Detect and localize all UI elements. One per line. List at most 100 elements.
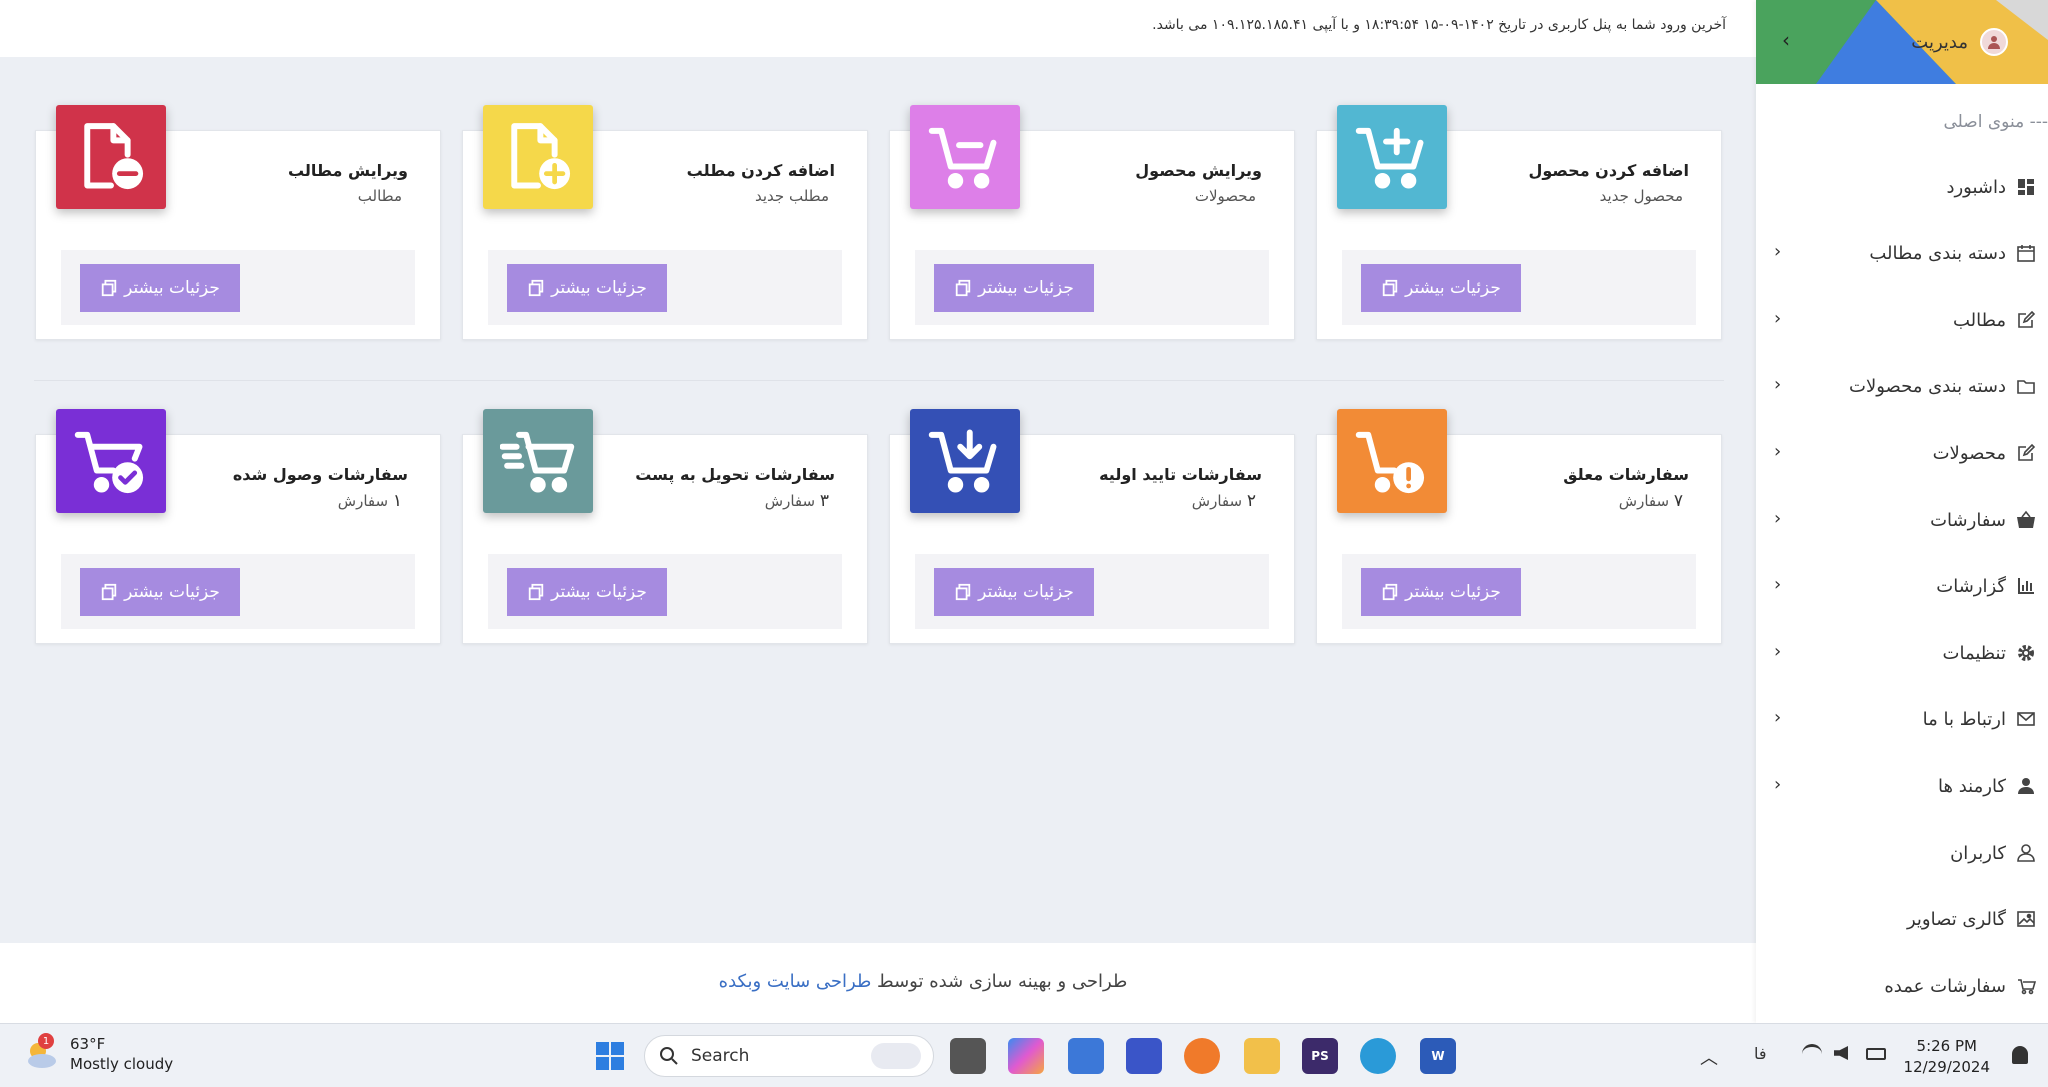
gear-icon <box>2014 641 2038 665</box>
copy-icon <box>528 583 544 601</box>
sidebar-item-staff[interactable]: کارمند ها ‹ <box>1756 761 2048 811</box>
app-icon[interactable] <box>1126 1038 1162 1074</box>
chevron-left-icon: ‹ <box>1774 508 1782 529</box>
wifi-icon[interactable] <box>1802 1044 1822 1064</box>
sidebar-item-users[interactable]: کاربران <box>1756 828 2048 878</box>
card-subtitle: ۱ سفارش <box>338 491 402 511</box>
time: 5:26 PM <box>1916 1037 1977 1055</box>
cart-fast-icon <box>483 409 593 513</box>
tray-overflow-icon[interactable]: ︿ <box>1700 1044 1718 1070</box>
card-subtitle: ۷ سفارش <box>1619 491 1683 511</box>
card-subtitle: محصول جدید <box>1599 187 1683 205</box>
card-title: ویرایش مطالب <box>287 161 408 180</box>
sidebar-item-orders[interactable]: سفارشات ‹ <box>1756 495 2048 545</box>
sidebar-item-label: مطالب <box>1952 309 2006 331</box>
card-edit-product: ویرایش محصول محصولات جزئیات بیشتر <box>889 105 1295 340</box>
button-label: جزئیات بیشتر <box>978 278 1074 298</box>
sidebar-item-product-categories[interactable]: دسته بندی محصولات ‹ <box>1756 361 2048 411</box>
chevron-right-icon[interactable]: › <box>1782 28 1790 52</box>
chevron-left-icon: ‹ <box>1774 441 1782 462</box>
store-icon[interactable] <box>1068 1038 1104 1074</box>
word-icon[interactable]: W <box>1420 1038 1456 1074</box>
weather-widget[interactable]: 1 63°F Mostly cloudy <box>22 1033 173 1074</box>
sidebar-item-wholesale-orders[interactable]: سفارشات عمده <box>1756 961 2048 1011</box>
card-title: اضافه کردن محصول <box>1528 161 1689 180</box>
sidebar-item-label: سفارشات <box>1930 509 2006 531</box>
start-button[interactable] <box>592 1038 628 1074</box>
calendar-icon <box>2014 241 2038 265</box>
taskbar-search[interactable]: Search <box>644 1035 934 1077</box>
volume-icon[interactable] <box>1834 1046 1848 1060</box>
image-icon <box>2014 907 2038 931</box>
sidebar: مدیریت › --- منوی اصلی داشبورد دسته بندی… <box>1756 0 2048 1023</box>
card-title: سفارشات تایید اولیه <box>1099 465 1262 484</box>
sidebar-item-contact[interactable]: ارتباط با ما ‹ <box>1756 694 2048 744</box>
card-delivered-orders: سفارشات وصول شده ۱ سفارش جزئیات بیشتر <box>35 409 441 644</box>
sidebar-item-label: سفارشات عمده <box>1884 975 2006 997</box>
order-unit: سفارش <box>1618 492 1670 510</box>
copilot-icon[interactable] <box>1008 1038 1044 1074</box>
card-title: سفارشات وصول شده <box>232 465 408 484</box>
card-add-post: اضافه کردن مطلب مطلب جدید جزئیات بیشتر <box>462 105 868 340</box>
more-details-button[interactable]: جزئیات بیشتر <box>507 264 667 312</box>
user-avatar-icon <box>1988 36 2000 49</box>
file-plus-icon <box>483 105 593 209</box>
battery-icon[interactable] <box>1866 1048 1886 1060</box>
weather-badge: 1 <box>38 1033 54 1049</box>
sidebar-item-products[interactable]: محصولات ‹ <box>1756 428 2048 478</box>
order-unit: سفارش <box>337 492 389 510</box>
more-details-button[interactable]: جزئیات بیشتر <box>80 264 240 312</box>
copy-icon <box>101 583 117 601</box>
sidebar-item-label: گالری تصاویر <box>1906 908 2006 930</box>
more-details-button[interactable]: جزئیات بیشتر <box>934 568 1094 616</box>
notification-bell-icon[interactable] <box>2012 1046 2028 1064</box>
sidebar-item-gallery[interactable]: گالری تصاویر <box>1756 894 2048 944</box>
card-shipped-orders: سفارشات تحویل به پست ۳ سفارش جزئیات بیشت… <box>462 409 868 644</box>
file-explorer-icon[interactable] <box>1244 1038 1280 1074</box>
sidebar-item-label: محصولات <box>1932 442 2006 464</box>
phpstorm-icon[interactable]: PS <box>1302 1038 1338 1074</box>
top-bar: آخرین ورود شما به پنل کاربری در تاریخ ۱۴… <box>0 0 1756 57</box>
button-label: جزئیات بیشتر <box>551 582 647 602</box>
card-subtitle: ۲ سفارش <box>1192 491 1256 511</box>
sidebar-item-dashboard[interactable]: داشبورد <box>1756 162 2048 212</box>
order-unit: سفارش <box>764 492 816 510</box>
more-details-button[interactable]: جزئیات بیشتر <box>1361 264 1521 312</box>
edge-icon[interactable] <box>1360 1038 1396 1074</box>
sidebar-item-post-categories[interactable]: دسته بندی مطالب ‹ <box>1756 228 2048 278</box>
firefox-icon[interactable] <box>1184 1038 1220 1074</box>
card-subtitle: محصولات <box>1194 187 1256 205</box>
button-label: جزئیات بیشتر <box>1405 278 1501 298</box>
more-details-button[interactable]: جزئیات بیشتر <box>80 568 240 616</box>
more-details-button[interactable]: جزئیات بیشتر <box>934 264 1094 312</box>
button-label: جزئیات بیشتر <box>551 278 647 298</box>
card-subtitle: مطلب جدید <box>755 187 829 205</box>
sidebar-item-label: گزارشات <box>1936 575 2006 597</box>
sidebar-item-posts[interactable]: مطالب ‹ <box>1756 295 2048 345</box>
order-count: ۳ <box>819 491 829 511</box>
sidebar-item-label: تنظیمات <box>1942 642 2006 664</box>
search-highlight-icon <box>871 1043 921 1069</box>
sidebar-item-reports[interactable]: گزارشات ‹ <box>1756 561 2048 611</box>
clock[interactable]: 5:26 PM 12/29/2024 <box>1904 1036 1990 1078</box>
user-menu[interactable]: مدیریت <box>1911 28 2008 56</box>
cloud-sun-icon: 1 <box>22 1033 60 1073</box>
sidebar-item-settings[interactable]: تنظیمات ‹ <box>1756 628 2048 678</box>
bar-chart-icon <box>2014 574 2038 598</box>
cart-check-icon <box>56 409 166 513</box>
date: 12/29/2024 <box>1903 1058 1990 1076</box>
language-indicator[interactable]: فا <box>1754 1044 1767 1063</box>
more-details-button[interactable]: جزئیات بیشتر <box>1361 568 1521 616</box>
footer-link[interactable]: طراحی سایت وبکده <box>719 971 872 992</box>
card-add-product: اضافه کردن محصول محصول جدید جزئیات بیشتر <box>1316 105 1722 340</box>
envelope-icon <box>2014 707 2038 731</box>
last-login-message: آخرین ورود شما به پنل کاربری در تاریخ ۱۴… <box>1152 17 1726 33</box>
user-icon <box>2014 774 2038 798</box>
more-details-button[interactable]: جزئیات بیشتر <box>507 568 667 616</box>
copy-icon <box>1382 279 1398 297</box>
cart-alert-icon <box>1337 409 1447 513</box>
task-view-icon[interactable] <box>950 1038 986 1074</box>
page-footer: طراحی و بهینه سازی شده توسط طراحی سایت و… <box>0 943 1756 1023</box>
file-minus-icon <box>56 105 166 209</box>
card-footer: جزئیات بیشتر <box>915 554 1269 629</box>
